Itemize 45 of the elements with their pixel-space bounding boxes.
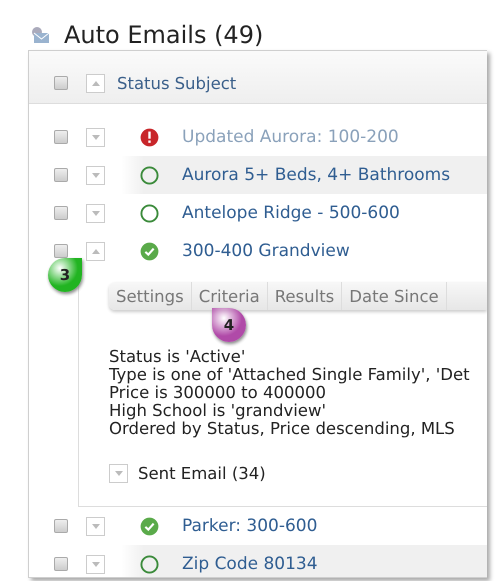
tab[interactable]: Results <box>268 282 342 310</box>
table-row[interactable]: Aurora 5+ Beds, 4+ Bathrooms <box>29 156 487 194</box>
caret-icon <box>92 210 100 216</box>
envelope-icon <box>30 26 50 44</box>
criteria-line: Status is 'Active' <box>109 348 246 366</box>
caret-icon <box>114 471 122 476</box>
row-checkbox[interactable] <box>54 130 68 144</box>
row-checkbox[interactable] <box>54 244 68 258</box>
page-title: Auto Emails (49) <box>64 21 264 49</box>
column-header[interactable]: Status <box>117 74 170 92</box>
row-checkbox[interactable] <box>54 206 68 220</box>
tab[interactable]: Settings <box>109 282 192 310</box>
expand-button[interactable] <box>86 242 105 260</box>
expand-button[interactable] <box>86 516 105 536</box>
select-all-checkbox[interactable] <box>54 76 68 90</box>
subject-link[interactable]: Parker: 300-600 <box>182 516 318 536</box>
subject-link[interactable]: Antelope Ridge - 500-600 <box>182 203 400 223</box>
column-header[interactable]: Subject <box>174 74 236 92</box>
criteria-line: High School is 'grandview' <box>109 402 326 420</box>
expand-button[interactable] <box>86 204 105 222</box>
caret-icon <box>92 172 100 178</box>
caret-icon <box>92 248 100 254</box>
table-row[interactable]: Parker: 300-600 <box>29 507 487 545</box>
expand-button[interactable] <box>109 464 128 483</box>
caret-icon <box>92 134 100 140</box>
expand-button[interactable] <box>86 166 105 184</box>
subject-link[interactable]: 300-400 Grandview <box>182 241 350 261</box>
expand-button[interactable] <box>86 128 105 146</box>
table-row[interactable]: Zip Code 80134 <box>29 545 487 577</box>
caret-icon <box>92 562 100 566</box>
expand-button[interactable] <box>86 554 105 574</box>
row-checkbox[interactable] <box>54 168 68 182</box>
caret-icon <box>92 80 100 86</box>
tab[interactable]: Date Since <box>342 282 447 310</box>
row-checkbox[interactable] <box>54 557 68 571</box>
caret-icon <box>92 524 100 528</box>
sort-button[interactable] <box>86 74 105 92</box>
criteria-line: Price is 300000 to 400000 <box>109 384 326 402</box>
subject-link[interactable]: Aurora 5+ Beds, 4+ Bathrooms <box>182 165 450 185</box>
table-row[interactable]: Antelope Ridge - 500-600 <box>29 194 487 232</box>
sent-email-label[interactable]: Sent Email (34) <box>138 464 266 483</box>
criteria-line: Ordered by Status, Price descending, MLS <box>109 420 455 438</box>
row-checkbox[interactable] <box>54 519 68 533</box>
criteria-line: Type is one of 'Attached Single Family', 'Det <box>109 366 470 384</box>
subject-link[interactable]: Zip Code 80134 <box>182 554 318 574</box>
